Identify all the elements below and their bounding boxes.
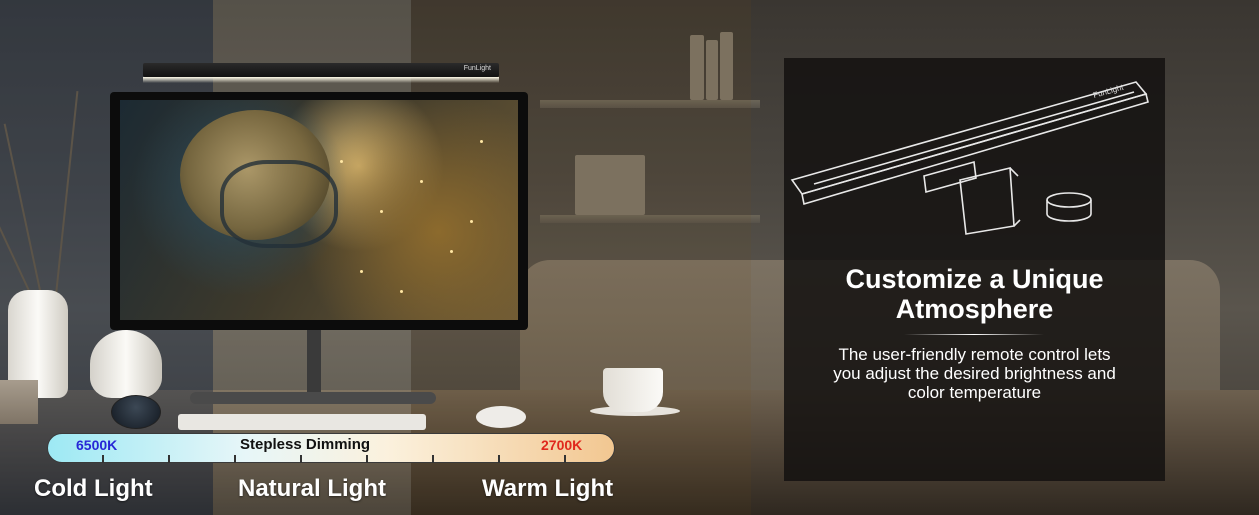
spark <box>400 290 403 293</box>
feature-desc-line3: color temperature <box>907 383 1042 402</box>
stepless-dimming-title: Stepless Dimming <box>240 436 371 453</box>
light-bar-sketch-icon: FunLight <box>790 81 1149 235</box>
warm-temperature-label: 2700K <box>541 437 583 453</box>
spark <box>480 140 483 143</box>
light-bar-glow <box>143 77 499 83</box>
dimming-tick <box>498 455 500 463</box>
spark <box>420 180 423 183</box>
feature-title-line1: Customize a Unique <box>845 264 1104 294</box>
feature-desc-line2: you adjust the desired brightness and <box>833 364 1116 383</box>
spark <box>340 160 343 163</box>
dimming-tick <box>366 455 368 463</box>
monitor-stand-neck <box>307 330 321 392</box>
keyboard <box>178 414 426 430</box>
spark <box>380 210 383 213</box>
spark <box>360 270 363 273</box>
illustration-brand: FunLight <box>1092 82 1125 99</box>
cold-light-label: Cold Light <box>34 475 153 502</box>
cold-temperature-label: 6500K <box>76 437 118 453</box>
feature-description: The user-friendly remote control lets yo… <box>794 345 1155 402</box>
natural-light-label: Natural Light <box>238 475 386 502</box>
monitor <box>110 92 528 330</box>
feature-title: Customize a Unique Atmosphere <box>784 264 1165 324</box>
spark <box>470 220 473 223</box>
feature-desc-line1: The user-friendly remote control lets <box>838 345 1111 364</box>
product-banner: FunLight 6500K Stepless Dimming 2700K Co… <box>0 0 1259 515</box>
feature-panel: FunLight Customize a Unique Atmosphere T… <box>784 58 1165 481</box>
monitor-screen <box>120 100 518 320</box>
dimming-tick <box>168 455 170 463</box>
dimming-tick <box>102 455 104 463</box>
feature-title-line2: Atmosphere <box>895 294 1054 324</box>
mouse <box>476 406 526 428</box>
dimming-tick <box>564 455 566 463</box>
light-bar-brand: FunLight <box>463 65 491 72</box>
dimming-tick <box>234 455 236 463</box>
book-stack <box>0 380 38 424</box>
spark <box>450 250 453 253</box>
remote-control-icon <box>111 395 161 429</box>
warm-light-label: Warm Light <box>482 475 614 502</box>
monitor-stand-base <box>190 392 436 404</box>
dimming-tick <box>432 455 434 463</box>
helmet-facemask <box>220 160 338 248</box>
coffee-cup <box>603 368 663 412</box>
monitor-light-bar: FunLight <box>143 63 499 77</box>
round-vase <box>90 330 162 398</box>
dimming-tick <box>300 455 302 463</box>
feature-divider <box>904 334 1044 335</box>
